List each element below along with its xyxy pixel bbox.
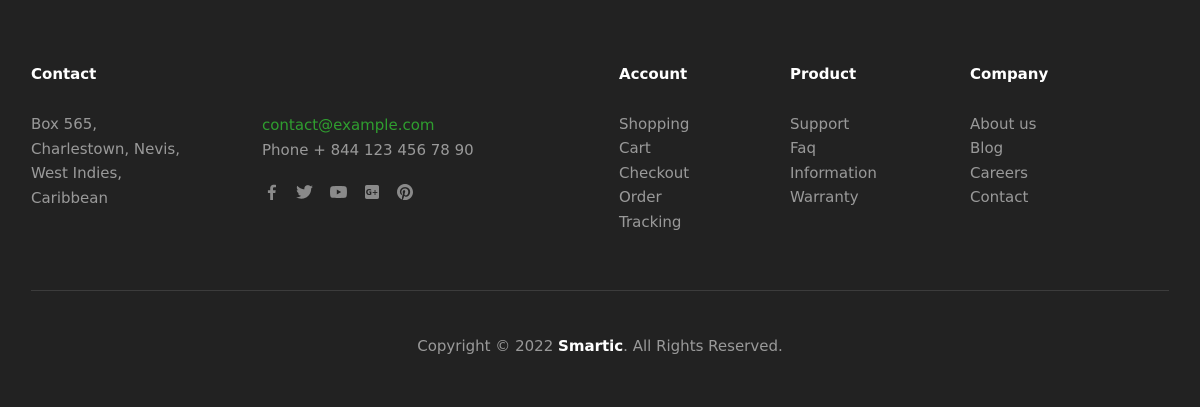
product-links: Support Faq Information Warranty (790, 112, 877, 210)
social-links: G+ (262, 183, 430, 201)
youtube-icon (329, 186, 347, 198)
company-link-contact[interactable]: Contact (970, 188, 1028, 206)
company-link-careers[interactable]: Careers (970, 164, 1028, 182)
list-item: Careers (970, 161, 1036, 185)
list-item: Order (619, 185, 689, 209)
twitter-link[interactable] (296, 183, 314, 201)
list-item: Cart (619, 136, 689, 160)
list-item: Contact (970, 185, 1036, 209)
pinterest-icon (397, 184, 413, 200)
company-links: About us Blog Careers Contact (970, 112, 1036, 210)
account-link-cart[interactable]: Cart (619, 139, 651, 157)
company-link-blog[interactable]: Blog (970, 139, 1003, 157)
account-links: Shopping Cart Checkout Order Tracking (619, 112, 689, 234)
product-link-support[interactable]: Support (790, 115, 849, 133)
twitter-icon (296, 185, 313, 199)
company-link-about-us[interactable]: About us (970, 115, 1036, 133)
contact-info: contact@example.com Phone + 844 123 456 … (262, 113, 474, 162)
google-plus-icon: G+ (364, 185, 379, 199)
list-item: Information (790, 161, 877, 185)
pinterest-link[interactable] (396, 183, 414, 201)
site-footer: Contact Box 565, Charlestown, Nevis, Wes… (0, 0, 1200, 407)
youtube-link[interactable] (329, 183, 347, 201)
list-item: Faq (790, 136, 877, 160)
address-line: Box 565, (31, 115, 98, 133)
list-item: Support (790, 112, 877, 136)
address-line: Caribbean (31, 188, 108, 207)
contact-heading: Contact (31, 65, 97, 83)
address-line: West Indies, (31, 164, 123, 182)
copyright-notice: Copyright © 2022 Smartic. All Rights Res… (0, 335, 1200, 357)
phone-number: Phone + 844 123 456 78 90 (262, 140, 474, 159)
product-link-information[interactable]: Information (790, 164, 877, 182)
facebook-icon (267, 184, 276, 200)
account-link-tracking[interactable]: Tracking (619, 213, 681, 231)
account-link-shopping[interactable]: Shopping (619, 115, 689, 133)
google-plus-link[interactable]: G+ (363, 183, 381, 201)
list-item: Tracking (619, 210, 689, 234)
facebook-link[interactable] (262, 183, 280, 201)
copyright-prefix: Copyright © 2022 (417, 337, 559, 355)
contact-address: Box 565, Charlestown, Nevis, West Indies… (31, 112, 180, 210)
account-heading: Account (619, 65, 688, 83)
list-item: Shopping (619, 112, 689, 136)
footer-divider (31, 290, 1169, 291)
product-heading: Product (790, 65, 857, 83)
copyright-suffix: . All Rights Reserved. (623, 337, 783, 355)
brand-link[interactable]: Smartic (558, 337, 623, 355)
company-heading: Company (970, 65, 1049, 83)
list-item: Blog (970, 136, 1036, 160)
product-link-faq[interactable]: Faq (790, 139, 816, 157)
svg-text:G+: G+ (365, 188, 377, 197)
list-item: Checkout (619, 161, 689, 185)
list-item: Warranty (790, 185, 877, 209)
address-line: Charlestown, Nevis, (31, 139, 180, 158)
account-link-order[interactable]: Order (619, 188, 662, 206)
product-link-warranty[interactable]: Warranty (790, 188, 859, 206)
list-item: About us (970, 112, 1036, 136)
account-link-checkout[interactable]: Checkout (619, 164, 689, 182)
email-link[interactable]: contact@example.com (262, 113, 474, 138)
